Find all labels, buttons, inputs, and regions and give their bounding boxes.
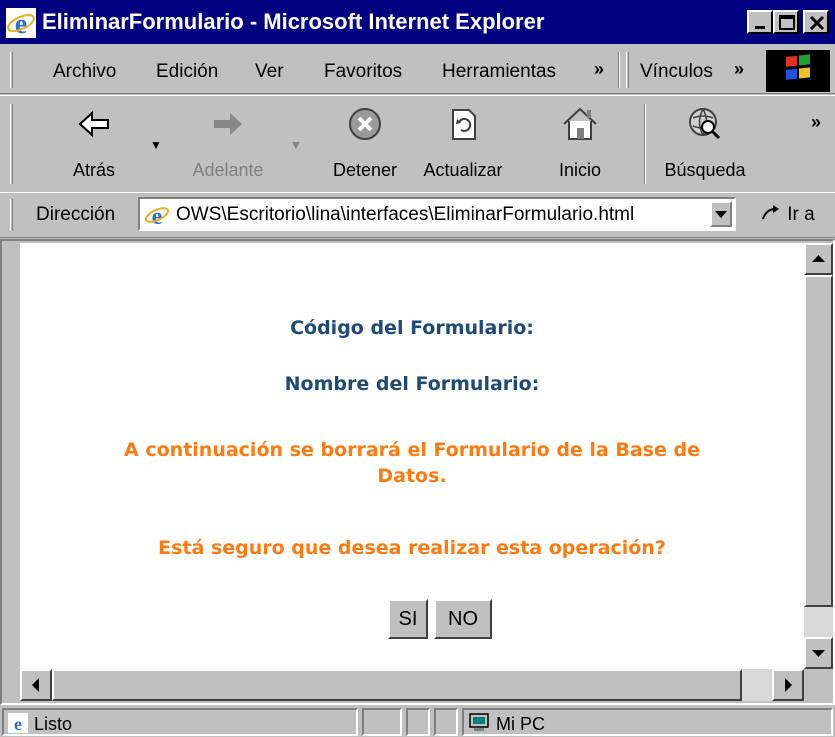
- horizontal-scroll-thumb[interactable]: [52, 669, 742, 701]
- links-label[interactable]: Vínculos: [640, 61, 713, 83]
- forward-arrow-icon: [214, 113, 242, 135]
- vertical-scroll-thumb[interactable]: [804, 275, 833, 607]
- status-cell-secure: [406, 708, 430, 736]
- refresh-icon: [452, 109, 476, 140]
- scroll-left-button[interactable]: [20, 669, 52, 701]
- address-grip[interactable]: [10, 199, 13, 231]
- chevron-down-icon: [715, 211, 727, 218]
- confirm-question: Está seguro que desea realizar esta oper…: [158, 537, 666, 559]
- delete-warning-line2: Datos.: [377, 465, 447, 487]
- browser-window: e EliminarFormulario - Microsoft Interne…: [0, 0, 835, 737]
- links-overflow-chevron[interactable]: »: [734, 59, 744, 80]
- status-cell-progress: [362, 708, 402, 736]
- menu-favoritos[interactable]: Favoritos: [324, 61, 402, 83]
- close-button[interactable]: [803, 10, 829, 34]
- toolbar-grip[interactable]: [10, 104, 13, 184]
- status-ie-icon: e: [8, 713, 28, 733]
- form-name-label: Nombre del Formulario:: [284, 373, 540, 395]
- window-title: EliminarFormulario - Microsoft Internet …: [42, 9, 545, 34]
- forward-button[interactable]: Adelante: [186, 104, 270, 188]
- refresh-button[interactable]: Actualizar: [421, 104, 505, 188]
- menu-bar: Archivo Edición Ver Favoritos Herramient…: [0, 46, 835, 94]
- search-label: Búsqueda: [664, 160, 746, 180]
- search-button[interactable]: Búsqueda: [663, 104, 747, 188]
- status-text: Listo: [34, 714, 73, 734]
- menu-edicion[interactable]: Edición: [156, 61, 218, 83]
- delete-warning-line1: A continuación se borrará el Formulario …: [124, 439, 700, 461]
- arrow-right-icon: [785, 678, 792, 692]
- scrollbar-corner: [804, 669, 833, 701]
- maximize-icon: [779, 15, 795, 30]
- no-button[interactable]: NO: [434, 599, 492, 639]
- form-code-label: Código del Formulario:: [290, 317, 534, 339]
- refresh-label: Actualizar: [423, 160, 503, 180]
- status-bar: e Listo Mi PC: [0, 705, 835, 737]
- address-label: Dirección: [36, 204, 116, 225]
- svg-text:e: e: [14, 714, 22, 733]
- toolbar-overflow-chevron[interactable]: »: [811, 112, 821, 133]
- search-globe-icon: [689, 108, 721, 140]
- ie-logo-icon: e: [6, 8, 36, 38]
- toolbar-separator: [644, 104, 646, 184]
- scroll-down-button[interactable]: [804, 637, 833, 669]
- links-grip[interactable]: [626, 52, 629, 88]
- close-icon: [809, 15, 825, 31]
- back-label: Atrás: [72, 160, 115, 180]
- stop-button[interactable]: Detener: [323, 104, 407, 188]
- page-ie-icon: e: [144, 202, 170, 228]
- status-text-cell: e Listo: [2, 708, 358, 736]
- menu-grip[interactable]: [10, 52, 13, 88]
- stop-label: Detener: [332, 160, 398, 180]
- address-dropdown-button[interactable]: [710, 201, 732, 227]
- go-button[interactable]: Ir a: [760, 203, 815, 226]
- back-dropdown-icon[interactable]: ▼: [150, 138, 162, 152]
- status-zone-cell: Mi PC: [462, 708, 833, 736]
- yes-button[interactable]: SI: [388, 599, 428, 639]
- back-arrow-icon: [78, 110, 109, 138]
- forward-label: Adelante: [192, 160, 264, 180]
- vertical-scrollbar[interactable]: [804, 243, 833, 669]
- home-button[interactable]: Inicio: [538, 104, 622, 188]
- arrow-up-icon: [812, 255, 825, 262]
- arrow-left-icon: [32, 678, 39, 692]
- minimize-button[interactable]: [747, 10, 773, 34]
- my-computer-icon: [469, 713, 489, 731]
- address-bar: Dirección e OWS\Escritorio\lina\interfac…: [0, 192, 835, 238]
- standard-toolbar: Atrás ▼ Adelante ▼ Detener Actualizar In…: [0, 95, 835, 192]
- address-input[interactable]: OWS\Escritorio\lina\interfaces\EliminarF…: [176, 204, 634, 226]
- scroll-right-button[interactable]: [772, 669, 804, 701]
- menu-overflow-chevron[interactable]: »: [594, 59, 604, 80]
- stop-icon: [349, 108, 381, 140]
- horizontal-scrollbar[interactable]: [20, 669, 804, 701]
- scroll-up-button[interactable]: [804, 243, 833, 275]
- go-arrow-icon: [762, 205, 779, 220]
- minimize-icon: [755, 26, 765, 29]
- go-label: Ir a: [787, 204, 815, 225]
- menu-separator: [618, 52, 620, 88]
- page-content: Código del Formulario: Nombre del Formul…: [20, 243, 804, 669]
- forward-dropdown-icon[interactable]: ▼: [290, 138, 302, 152]
- status-cell-offline: [434, 708, 458, 736]
- arrow-down-icon: [812, 650, 825, 657]
- menu-ver[interactable]: Ver: [255, 61, 284, 83]
- title-bar[interactable]: e EliminarFormulario - Microsoft Interne…: [0, 0, 835, 44]
- svg-text:e: e: [15, 9, 27, 38]
- security-zone: Mi PC: [496, 714, 545, 734]
- home-label: Inicio: [558, 160, 602, 180]
- back-button[interactable]: Atrás: [52, 104, 136, 188]
- home-icon: [563, 107, 597, 140]
- menu-archivo[interactable]: Archivo: [53, 61, 116, 83]
- menu-herramientas[interactable]: Herramientas: [442, 61, 556, 83]
- maximize-button[interactable]: [773, 10, 799, 34]
- windows-logo-icon: [766, 50, 830, 92]
- address-field[interactable]: e OWS\Escritorio\lina\interfaces\Elimina…: [138, 197, 736, 231]
